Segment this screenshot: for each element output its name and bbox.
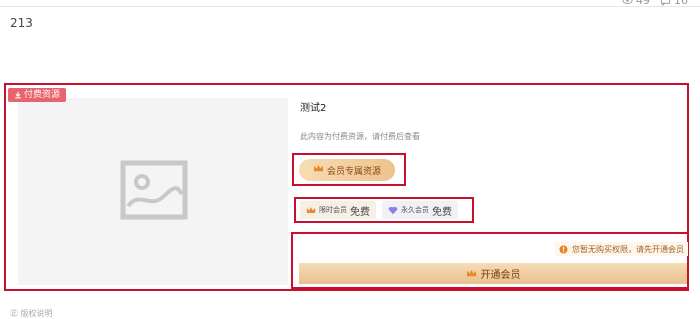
crown-icon [313,164,324,176]
tier-label: 永久会员 [401,206,429,214]
tier-label: 限时会员 [319,206,347,214]
resource-title: 测试2 [300,103,327,114]
no-permission-notice: 您暂无购买权限，请先开通会员 [555,242,688,256]
comments-count: 16 [674,0,688,7]
vip-exclusive-button[interactable]: 会员专属资源 [299,159,395,181]
views-count: 49 [636,0,650,7]
paid-resource-tag: 付费资源 [8,88,67,102]
copyright-note: ㊣ 版权说明 [10,309,53,318]
comments-stat: 16 [660,0,688,7]
post-stats: 49 16 [622,0,688,7]
eye-icon [622,0,633,4]
open-membership-label: 开通会员 [480,270,521,281]
resource-thumbnail [18,98,288,285]
image-placeholder-icon [120,160,188,220]
paid-tag-label: 付费资源 [24,90,61,100]
tier-permanent-member: 永久会员 免费 [382,201,458,219]
tier-limited-member: 限时会员 免费 [300,201,376,219]
open-membership-button[interactable]: 开通会员 [299,263,687,284]
diamond-icon [388,206,398,214]
notice-text: 您暂无购买权限，请先开通会员 [572,244,684,254]
resource-description: 此内容为付费资源，请付费后查看 [300,132,420,141]
top-divider [0,0,700,7]
comment-icon [660,0,671,6]
crown-icon [466,269,476,277]
tier-price: 免费 [350,206,370,218]
post-body-text: 213 [10,16,33,30]
vip-exclusive-label: 会员专属资源 [326,166,381,177]
info-icon [559,244,568,254]
tier-price: 免费 [432,206,452,218]
download-icon [15,91,21,99]
member-tiers: 限时会员 免费 永久会员 免费 [300,201,458,219]
crown-icon [306,206,316,213]
views-stat: 49 [622,0,650,7]
